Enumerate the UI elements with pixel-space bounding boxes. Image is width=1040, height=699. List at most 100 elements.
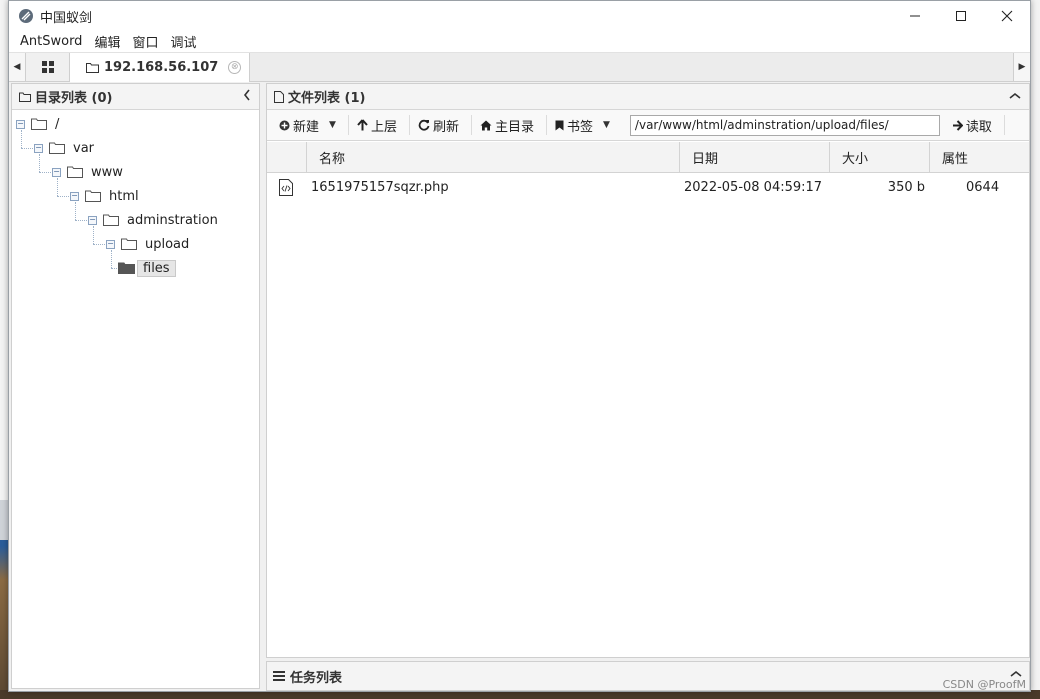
tree-node-label: upload xyxy=(145,236,190,252)
tab-connection[interactable]: 192.168.56.107 ⊗ xyxy=(70,53,251,82)
column-header-attr[interactable]: 属性 xyxy=(930,142,1029,173)
folder-icon xyxy=(67,166,83,178)
directory-panel-title: 目录列表 (0) xyxy=(35,91,113,106)
tab-scroll-left-button[interactable]: ◀ xyxy=(9,53,26,81)
main-area: 目录列表 (0) − / − var − www − html − adminstration − u… xyxy=(9,83,1030,691)
tree-connector xyxy=(93,244,107,245)
tree-node-label: / xyxy=(55,116,60,132)
refresh-button[interactable]: 刷新 xyxy=(416,116,467,135)
toolbar-divider xyxy=(408,115,410,135)
tree-node-var[interactable]: − var xyxy=(34,138,94,158)
file-toolbar: 新建 ▼ 上层 刷新 主目录 书签 ▼ /var/www/html/admins… xyxy=(267,110,1029,141)
arrow-right-icon xyxy=(952,119,963,131)
collapse-toggle-icon[interactable]: − xyxy=(16,119,25,129)
tree-connector xyxy=(75,220,89,221)
table-row[interactable]: 1651975157sqzr.php 2022-05-08 04:59:17 3… xyxy=(267,174,1029,200)
title-bar[interactable]: 中国蚁剑 xyxy=(9,1,1030,31)
minimize-icon xyxy=(910,15,920,17)
folder-filled-icon xyxy=(118,262,135,274)
folder-icon xyxy=(19,92,31,102)
tree-node-label: adminstration xyxy=(127,212,218,228)
home-icon xyxy=(480,120,492,130)
column-header-date[interactable]: 日期 xyxy=(680,142,830,173)
up-button[interactable]: 上层 xyxy=(355,116,405,135)
tree-node-adminstration[interactable]: − adminstration xyxy=(88,210,218,230)
menu-window[interactable]: 窗口 xyxy=(126,32,164,51)
tree-node-label: files xyxy=(137,259,176,277)
tab-close-icon[interactable]: ⊗ xyxy=(228,61,242,74)
tree-node-upload[interactable]: − upload xyxy=(106,234,189,254)
file-icon xyxy=(274,90,284,103)
tab-scroll-right-button[interactable]: ▶ xyxy=(1013,53,1030,81)
caret-left-icon: ◀ xyxy=(13,62,21,72)
home-directory-label: 主目录 xyxy=(494,119,534,135)
toolbar-divider xyxy=(347,115,349,135)
tree-node-files[interactable]: files xyxy=(118,258,176,278)
new-button[interactable]: 新建 ▼ xyxy=(277,116,344,135)
watermark: CSDN @ProofM xyxy=(942,678,1026,691)
path-input[interactable] xyxy=(629,114,940,136)
tree-node-www[interactable]: − www xyxy=(52,162,123,182)
collapse-toggle-icon[interactable]: − xyxy=(88,215,97,225)
file-size-cell: 350 b xyxy=(887,179,925,195)
icon-column-header xyxy=(267,142,307,173)
tree-node-root[interactable]: − / xyxy=(16,114,59,134)
refresh-icon xyxy=(418,119,430,131)
folder-icon xyxy=(121,238,137,250)
menu-debug[interactable]: 调试 xyxy=(164,32,202,51)
chevron-left-icon[interactable] xyxy=(243,89,251,104)
tree-node-label: var xyxy=(73,140,95,156)
read-button-label: 读取 xyxy=(965,119,992,135)
bookmark-button[interactable]: 书签 ▼ xyxy=(553,116,618,135)
tree-connector xyxy=(57,178,58,196)
tree-connector xyxy=(21,148,35,149)
file-attr-cell: 0644 xyxy=(966,179,1000,195)
tree-connector xyxy=(93,226,94,244)
folder-icon xyxy=(85,190,101,202)
up-button-label: 上层 xyxy=(370,119,397,135)
bookmark-button-label: 书签 xyxy=(566,119,593,135)
caret-down-icon: ▼ xyxy=(329,120,336,130)
tree-connector xyxy=(57,196,71,197)
task-panel[interactable]: 任务列表 xyxy=(266,661,1030,691)
column-header-name[interactable]: 名称 xyxy=(307,142,680,173)
menu-antsword[interactable]: AntSword xyxy=(14,34,88,49)
tree-node-html[interactable]: − html xyxy=(70,186,139,206)
folder-icon xyxy=(86,63,99,73)
directory-tree: − / − var − www − html − adminstration − upload file… xyxy=(12,110,259,277)
close-window-button[interactable] xyxy=(984,1,1030,31)
close-icon xyxy=(1001,10,1013,22)
collapse-toggle-icon[interactable]: − xyxy=(52,167,61,177)
file-panel-title: 文件列表 (1) xyxy=(288,91,366,106)
tree-connector xyxy=(111,250,112,268)
menu-edit[interactable]: 编辑 xyxy=(88,32,126,51)
minimize-button[interactable] xyxy=(892,1,938,31)
tree-connector xyxy=(39,154,40,172)
collapse-toggle-icon[interactable]: − xyxy=(106,239,115,249)
refresh-button-label: 刷新 xyxy=(432,119,459,135)
maximize-button[interactable] xyxy=(938,1,984,31)
bookmark-icon xyxy=(555,120,564,130)
tree-node-label: html xyxy=(109,188,139,204)
tab-home[interactable] xyxy=(26,53,70,81)
home-directory-button[interactable]: 主目录 xyxy=(478,116,542,135)
caret-down-icon: ▼ xyxy=(603,120,610,130)
arrow-up-icon xyxy=(357,119,368,131)
task-panel-title: 任务列表 xyxy=(290,670,343,686)
column-header-size[interactable]: 大小 xyxy=(830,142,930,173)
caret-right-icon: ▶ xyxy=(1018,62,1026,72)
file-table-header: 名称 日期 大小 属性 xyxy=(267,142,1029,173)
read-button[interactable]: 读取 xyxy=(950,116,1000,135)
chevron-up-icon[interactable] xyxy=(1009,89,1021,103)
collapse-toggle-icon[interactable]: − xyxy=(34,143,43,153)
list-icon xyxy=(273,671,285,681)
file-panel-header: 文件列表 (1) xyxy=(267,84,1029,110)
menu-bar: AntSword 编辑 窗口 调试 xyxy=(9,31,1030,53)
collapse-toggle-icon[interactable]: − xyxy=(70,191,79,201)
folder-icon xyxy=(49,142,65,154)
antsword-window: 中国蚁剑 AntSword 编辑 窗口 调试 ◀ 192.168.56.107 … xyxy=(8,0,1031,692)
tree-connector xyxy=(39,172,53,173)
folder-icon xyxy=(103,214,119,226)
toolbar-divider xyxy=(470,115,472,135)
directory-panel: 目录列表 (0) − / − var − www − html − adminstration − u… xyxy=(11,83,260,689)
